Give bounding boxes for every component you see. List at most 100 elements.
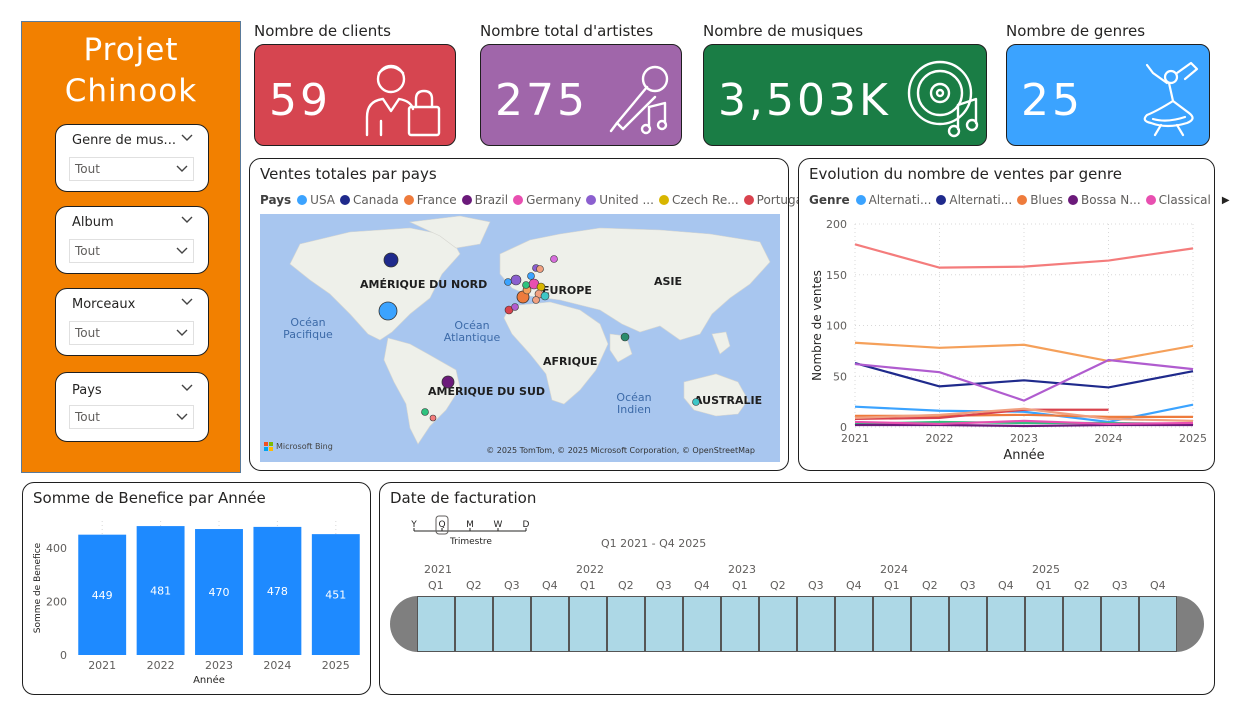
- slicer-album-dropdown[interactable]: Tout: [69, 239, 194, 263]
- map-bubble-chile[interactable]: [421, 408, 429, 416]
- map-bubble-usa[interactable]: [378, 301, 398, 321]
- legend-item-blues[interactable]: Blues: [1017, 193, 1063, 207]
- slicer-pays-dropdown[interactable]: Tout: [69, 405, 194, 429]
- timeline-cell[interactable]: [721, 596, 759, 652]
- map-bubble-hungary[interactable]: [540, 291, 550, 301]
- map-bubble-norway[interactable]: [550, 255, 558, 263]
- customer-shopping-bag-icon: [365, 64, 441, 137]
- legend-label: Czech Re...: [671, 193, 739, 207]
- legend-item-bossa-nova[interactable]: Bossa N...: [1068, 193, 1141, 207]
- x-axis-label: Année: [1003, 448, 1044, 463]
- timeline-cell[interactable]: [987, 596, 1025, 652]
- timeline-cell[interactable]: [759, 596, 797, 652]
- kpi-artistes-label: Nombre total d'artistes: [480, 22, 654, 40]
- timeline-cells[interactable]: [417, 596, 1177, 652]
- map-bubble-australia[interactable]: [692, 398, 700, 406]
- map-legend-title: Pays: [260, 193, 292, 207]
- timeline-cell[interactable]: [607, 596, 645, 652]
- map-bubble-united-kingdom[interactable]: [510, 274, 522, 286]
- kpi-genres-label: Nombre de genres: [1006, 22, 1146, 40]
- legend-item-usa[interactable]: USA: [297, 193, 335, 207]
- timeline-cell[interactable]: [683, 596, 721, 652]
- chevron-down-icon[interactable]: [180, 295, 194, 309]
- kpi-genres-card: 25: [1006, 44, 1210, 146]
- map-bubble-netherlands[interactable]: [522, 281, 530, 289]
- timeline-cell[interactable]: [1025, 596, 1063, 652]
- timeline-cell[interactable]: [949, 596, 987, 652]
- line-chart-legend: Genre Alternati... Alternati... Blues Bo…: [809, 193, 1230, 207]
- x-tick-label: 2025: [1179, 432, 1207, 445]
- slicer-morceaux-dropdown[interactable]: Tout: [69, 321, 194, 345]
- bing-label: Microsoft Bing: [276, 442, 333, 451]
- line-series[interactable]: [854, 361, 1194, 389]
- map-bubble-denmark[interactable]: [527, 272, 535, 280]
- x-tick-label: 2021: [88, 659, 116, 672]
- legend-dot: [743, 195, 754, 205]
- timeline-cell[interactable]: [531, 596, 569, 652]
- slicer-genre[interactable]: Genre de mus... Tout: [55, 124, 209, 192]
- microphone-music-icon: [609, 65, 669, 135]
- chevron-down-icon[interactable]: [180, 131, 194, 145]
- legend-item-portugal[interactable]: Portugal: [743, 193, 806, 207]
- bar-chart-title: Somme de Benefice par Année: [33, 489, 266, 507]
- timeline-quarter-label: Q1: [1036, 579, 1052, 592]
- timeline-cell[interactable]: [835, 596, 873, 652]
- map-bubble-ireland[interactable]: [504, 278, 512, 286]
- granularity-selector[interactable]: YQMWD: [406, 515, 546, 555]
- world-map[interactable]: AMÉRIQUE DU NORD EUROPE ASIE AFRIQUE AMÉ…: [260, 214, 780, 462]
- timeline-cell[interactable]: [1139, 596, 1177, 652]
- legend-item-alternative-1[interactable]: Alternati...: [855, 193, 931, 207]
- granularity-option[interactable]: Q: [438, 520, 445, 530]
- legend-item-united[interactable]: United ...: [586, 193, 654, 207]
- granularity-option[interactable]: Y: [410, 520, 417, 530]
- legend-item-germany[interactable]: Germany: [513, 193, 581, 207]
- legend-next-arrow-icon[interactable]: ▶: [1222, 195, 1230, 206]
- timeline-cell[interactable]: [1063, 596, 1101, 652]
- chevron-down-icon[interactable]: [180, 381, 194, 395]
- slicer-album[interactable]: Album Tout: [55, 206, 209, 274]
- timeline-cell[interactable]: [873, 596, 911, 652]
- legend-dot: [1068, 195, 1078, 205]
- timeline-cell[interactable]: [1101, 596, 1139, 652]
- legend-label: Bossa N...: [1081, 193, 1141, 207]
- map-bubble-austria[interactable]: [532, 296, 540, 304]
- timeline-cell[interactable]: [493, 596, 531, 652]
- granularity-option[interactable]: W: [494, 520, 503, 530]
- map-bubble-brazil[interactable]: [441, 375, 455, 389]
- timeline-cell[interactable]: [911, 596, 949, 652]
- timeline-cell[interactable]: [417, 596, 455, 652]
- legend-dot: [340, 195, 351, 205]
- map-bubble-finland[interactable]: [536, 265, 544, 273]
- timeline-cell[interactable]: [797, 596, 835, 652]
- timeline-quarter-label: Q2: [618, 579, 634, 592]
- granularity-option[interactable]: M: [466, 520, 474, 530]
- slicer-morceaux[interactable]: Morceaux Tout: [55, 288, 209, 356]
- map-bubble-argentina[interactable]: [429, 414, 437, 422]
- legend-item-czech[interactable]: Czech Re...: [658, 193, 739, 207]
- kpi-clients-card: 59: [254, 44, 456, 146]
- timeline-quarter-label: Q3: [504, 579, 520, 592]
- legend-label: United ...: [599, 193, 654, 207]
- map-copyright[interactable]: © 2025 TomTom, © 2025 Microsoft Corporat…: [486, 446, 755, 455]
- line-series[interactable]: [854, 341, 1194, 363]
- legend-item-canada[interactable]: Canada: [340, 193, 399, 207]
- timeline-cell[interactable]: [455, 596, 493, 652]
- timeline-year-label: 2023: [728, 563, 756, 576]
- legend-item-alternative-2[interactable]: Alternati...: [936, 193, 1012, 207]
- legend-item-classical[interactable]: Classical: [1145, 193, 1211, 207]
- map-bubble-spain[interactable]: [511, 303, 519, 311]
- slicer-pays[interactable]: Pays Tout: [55, 372, 209, 442]
- y-axis-label: Nombre de ventes: [810, 270, 824, 381]
- legend-item-france[interactable]: France: [403, 193, 457, 207]
- map-bubble-india[interactable]: [620, 332, 630, 342]
- timeline-cell[interactable]: [645, 596, 683, 652]
- line-series[interactable]: [855, 423, 1193, 428]
- granularity-option[interactable]: D: [523, 520, 530, 530]
- legend-item-brazil[interactable]: Brazil: [461, 193, 508, 207]
- chevron-down-icon[interactable]: [180, 213, 194, 227]
- timeline-cell[interactable]: [569, 596, 607, 652]
- map-bubble-canada[interactable]: [383, 252, 399, 268]
- slicer-genre-dropdown[interactable]: Tout: [69, 157, 194, 181]
- timeline-quarter-label: Q1: [732, 579, 748, 592]
- sidebar-panel: Projet Chinook Genre de mus... Tout Albu…: [21, 21, 241, 473]
